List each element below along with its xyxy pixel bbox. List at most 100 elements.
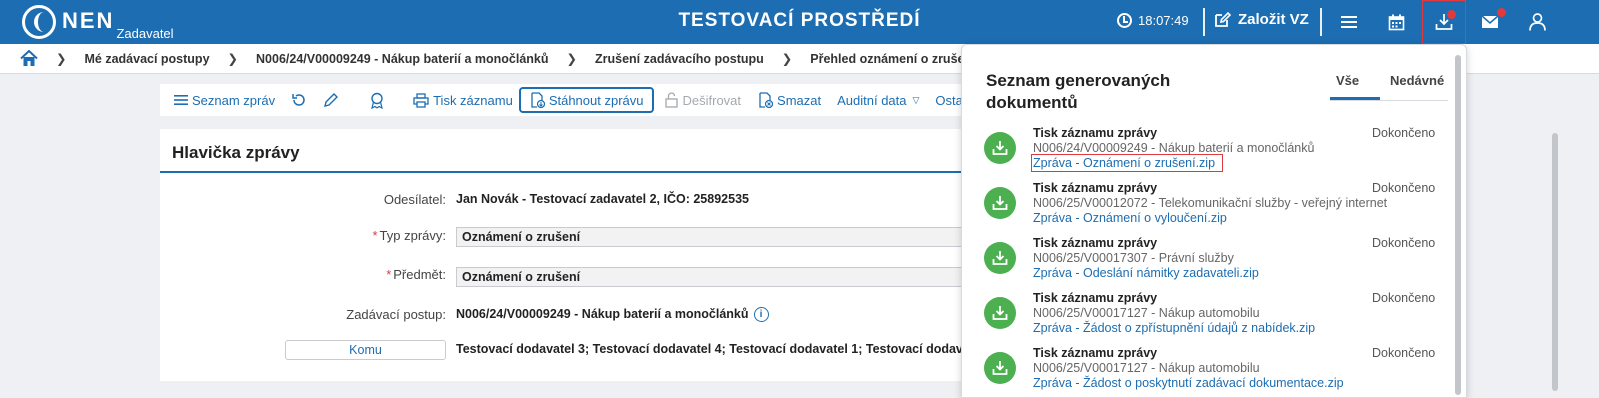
header-divider: [1203, 8, 1205, 36]
clock-icon: [1117, 13, 1132, 28]
hamburger-icon: [1341, 16, 1357, 28]
notification-dot: [1447, 10, 1456, 19]
tab-baseline: [1330, 100, 1448, 101]
breadcrumb-item[interactable]: Mé zadávací postupy: [84, 52, 209, 66]
required-marker: *: [386, 267, 392, 282]
breadcrumb-item[interactable]: Přehled oznámení o zrušení: [810, 52, 975, 66]
document-description: N006/25/V00017307 - Právní služby: [1033, 251, 1234, 265]
pencil-icon: [324, 93, 339, 107]
document-title: Tisk záznamu zprávy: [1033, 126, 1158, 140]
chevron-right-icon: ❯: [227, 52, 239, 66]
document-title: Tisk záznamu zprávy: [1033, 291, 1158, 305]
message-list-label: Seznam zpráv: [192, 92, 276, 108]
downloads-button[interactable]: [1422, 0, 1466, 44]
document-description: N006/25/V00017127 - Nákup automobilu: [1033, 306, 1260, 320]
document-download-link[interactable]: Zpráva - Oznámení o zrušení.zip: [1030, 154, 1224, 172]
download-message-button[interactable]: Stáhnout zprávu: [518, 87, 654, 113]
edit-icon: [1215, 11, 1231, 27]
sender-label: Odesílatel:: [383, 192, 446, 207]
chevron-right-icon: ❯: [566, 52, 577, 66]
printer-icon: [413, 92, 429, 108]
procedure-value: N006/24/V00009249 - Nákup baterií a mono…: [456, 307, 769, 323]
breadcrumb-item[interactable]: Zrušení zadávacího postupu: [595, 52, 764, 66]
message-header-card: Hlavička zprávy Odesílatel: Jan Novák - …: [160, 129, 996, 381]
document-title: Tisk záznamu zprávy: [1033, 181, 1158, 195]
create-vz-button[interactable]: Založit VZ: [1214, 11, 1309, 28]
document-status: Dokončeno: [1372, 346, 1436, 360]
document-status: Dokončeno: [1372, 291, 1436, 305]
notification-dot: [1497, 8, 1506, 17]
tab-recent[interactable]: Nedávné: [1390, 73, 1444, 88]
generated-documents-panel: Seznam generovaných dokumentů Vše Nedávn…: [961, 44, 1467, 398]
active-tab-indicator: [1330, 97, 1380, 100]
download-status-icon: [984, 187, 1016, 219]
download-message-label: Stáhnout zprávu: [548, 92, 644, 108]
list-item: Tisk záznamu zprávy Dokončeno N006/25/V0…: [984, 236, 1444, 286]
refresh-button[interactable]: [285, 87, 313, 113]
menu-button[interactable]: [1327, 0, 1371, 44]
header-divider: [1320, 8, 1322, 36]
required-marker: *: [372, 228, 378, 243]
tab-all[interactable]: Vše: [1336, 73, 1359, 88]
document-delete-icon: [759, 92, 774, 108]
sender-value: Jan Novák - Testovací zadavatel 2, IČO: …: [456, 192, 749, 206]
document-description: N006/25/V00017127 - Nákup automobilu: [1033, 361, 1260, 375]
edit-button[interactable]: [317, 87, 345, 113]
procedure-label: Zadávací postup:: [346, 307, 446, 322]
user-account-button[interactable]: [1515, 0, 1559, 44]
section-divider: [160, 171, 980, 173]
message-toolbar: Seznam zpráv Tisk záznamu Stáhnout zpráv…: [160, 84, 980, 116]
message-list-button[interactable]: Seznam zpráv: [168, 87, 281, 113]
list-item: Tisk záznamu zprávy Dokončeno N006/25/V0…: [984, 181, 1444, 231]
calendar-button[interactable]: [1374, 0, 1418, 44]
print-record-label: Tisk záznamu: [433, 92, 513, 108]
download-status-icon: [984, 352, 1016, 384]
home-icon[interactable]: [20, 50, 38, 68]
list-item: Tisk záznamu zprávy Dokončeno N006/25/V0…: [984, 291, 1444, 341]
session-clock: 18:07:49: [1117, 13, 1189, 28]
refresh-icon: [292, 94, 305, 106]
recipients-button[interactable]: Komu: [285, 340, 446, 360]
user-icon: [1528, 13, 1546, 31]
section-title: Hlavička zprávy: [172, 143, 300, 162]
delete-button[interactable]: Smazat: [751, 87, 827, 113]
certificate-button[interactable]: [363, 87, 391, 113]
create-vz-label: Založit VZ: [1238, 11, 1309, 28]
document-download-link[interactable]: Zpráva - Oznámení o vyloučení.zip: [1033, 211, 1227, 225]
document-status: Dokončeno: [1372, 181, 1436, 195]
info-icon[interactable]: i: [753, 307, 769, 323]
list-item: Tisk záznamu zprávy Dokončeno N006/25/V0…: [984, 346, 1444, 396]
clock-time: 18:07:49: [1138, 13, 1189, 28]
logo-subtitle: Zadavatel: [116, 26, 174, 41]
nen-logo[interactable]: NEN Zadavatel: [22, 5, 174, 41]
audit-data-dropdown[interactable]: Auditní data ▽: [831, 87, 925, 113]
panel-scrollbar[interactable]: [1455, 55, 1461, 395]
decrypt-label: Dešifrovat: [682, 92, 742, 108]
document-status: Dokončeno: [1372, 236, 1436, 250]
document-download-link[interactable]: Zpráva - Žádost o zpřístupnění údajů z n…: [1033, 321, 1315, 335]
download-status-icon: [984, 242, 1016, 274]
chevron-right-icon: ❯: [781, 52, 793, 66]
subject-field[interactable]: Oznámení o zrušení: [456, 267, 996, 287]
top-bar: NEN Zadavatel TESTOVACÍ PROSTŘEDÍ 18:07:…: [0, 0, 1599, 44]
breadcrumb-item[interactable]: N006/24/V00009249 - Nákup baterií a mono…: [256, 52, 549, 66]
download-status-icon: [984, 132, 1016, 164]
message-type-field[interactable]: Oznámení o zrušení: [456, 227, 996, 247]
document-status: Dokončeno: [1372, 126, 1436, 140]
document-title: Tisk záznamu zprávy: [1033, 236, 1158, 250]
decrypt-button[interactable]: Dešifrovat: [658, 87, 748, 113]
document-title: Tisk záznamu zprávy: [1033, 346, 1158, 360]
recipients-value: Testovací dodavatel 3; Testovací dodavat…: [456, 342, 985, 356]
subject-label: * Předmět:: [386, 267, 446, 282]
document-description: N006/25/V00012072 - Telekomunikační služ…: [1033, 196, 1388, 210]
print-record-button[interactable]: Tisk záznamu: [407, 87, 519, 113]
chevron-right-icon: ❯: [56, 52, 67, 66]
document-download-link[interactable]: Zpráva - Odeslání námitky zadavateli.zip: [1033, 266, 1259, 280]
page-scrollbar[interactable]: [1552, 133, 1558, 391]
list-icon: [174, 95, 188, 105]
panel-title: Seznam generovaných dokumentů: [986, 71, 1171, 112]
messages-button[interactable]: [1468, 0, 1512, 44]
envelope-icon: [1481, 15, 1499, 28]
document-download-link[interactable]: Zpráva - Žádost o poskytnutí zadávací do…: [1033, 376, 1344, 390]
unlock-icon: [664, 92, 678, 108]
